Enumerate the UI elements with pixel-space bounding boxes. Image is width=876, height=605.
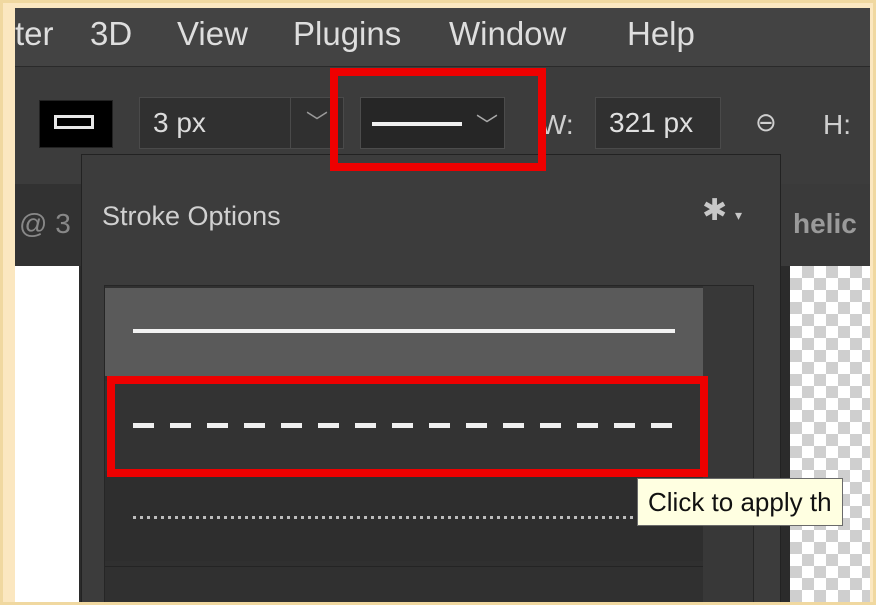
canvas-area <box>15 266 79 605</box>
panel-title: Stroke Options <box>102 201 281 231</box>
stroke-option-solid[interactable] <box>105 288 705 376</box>
menu-item-filter[interactable]: ter <box>15 15 54 53</box>
highlight-stroke-type <box>330 68 546 171</box>
gear-icon[interactable]: ✱ <box>702 193 727 228</box>
menu-item-view[interactable]: View <box>177 15 248 53</box>
stroke-option-more[interactable] <box>105 566 705 605</box>
chevron-down-icon[interactable]: ▾ <box>735 207 742 224</box>
menu-item-help[interactable]: Help <box>627 15 695 53</box>
document-tab[interactable]: @ 3 <box>19 208 71 240</box>
stroke-option-dotted[interactable] <box>105 476 705 561</box>
menu-item-3d[interactable]: 3D <box>90 15 132 53</box>
menu-item-window[interactable]: Window <box>449 15 566 53</box>
stroke-color-swatch[interactable] <box>39 100 113 148</box>
tooltip: Click to apply th <box>637 478 843 526</box>
transparent-canvas-area <box>790 266 870 605</box>
highlight-dashed-option <box>107 376 708 477</box>
document-tab-label: helic <box>793 208 857 239</box>
document-tab-helic[interactable]: helic <box>781 184 870 266</box>
scrollbar[interactable] <box>703 286 753 605</box>
link-icon[interactable]: ⊖ <box>755 107 777 138</box>
photoshop-window: ter 3D View Plugins Window Help 3 px ﹀ ﹀… <box>15 8 870 605</box>
stroke-width-field[interactable]: 3 px ﹀ <box>139 97 344 149</box>
solid-line-preview <box>133 329 675 333</box>
width-value: 321 px <box>609 107 694 138</box>
width-input[interactable]: 321 px <box>595 97 721 149</box>
dotted-line-preview <box>133 516 675 519</box>
stroke-width-value: 3 px <box>153 107 206 138</box>
menu-item-plugins[interactable]: Plugins <box>293 15 401 53</box>
height-label: H: <box>823 109 851 140</box>
menu-bar: ter 3D View Plugins Window Help <box>15 8 870 66</box>
